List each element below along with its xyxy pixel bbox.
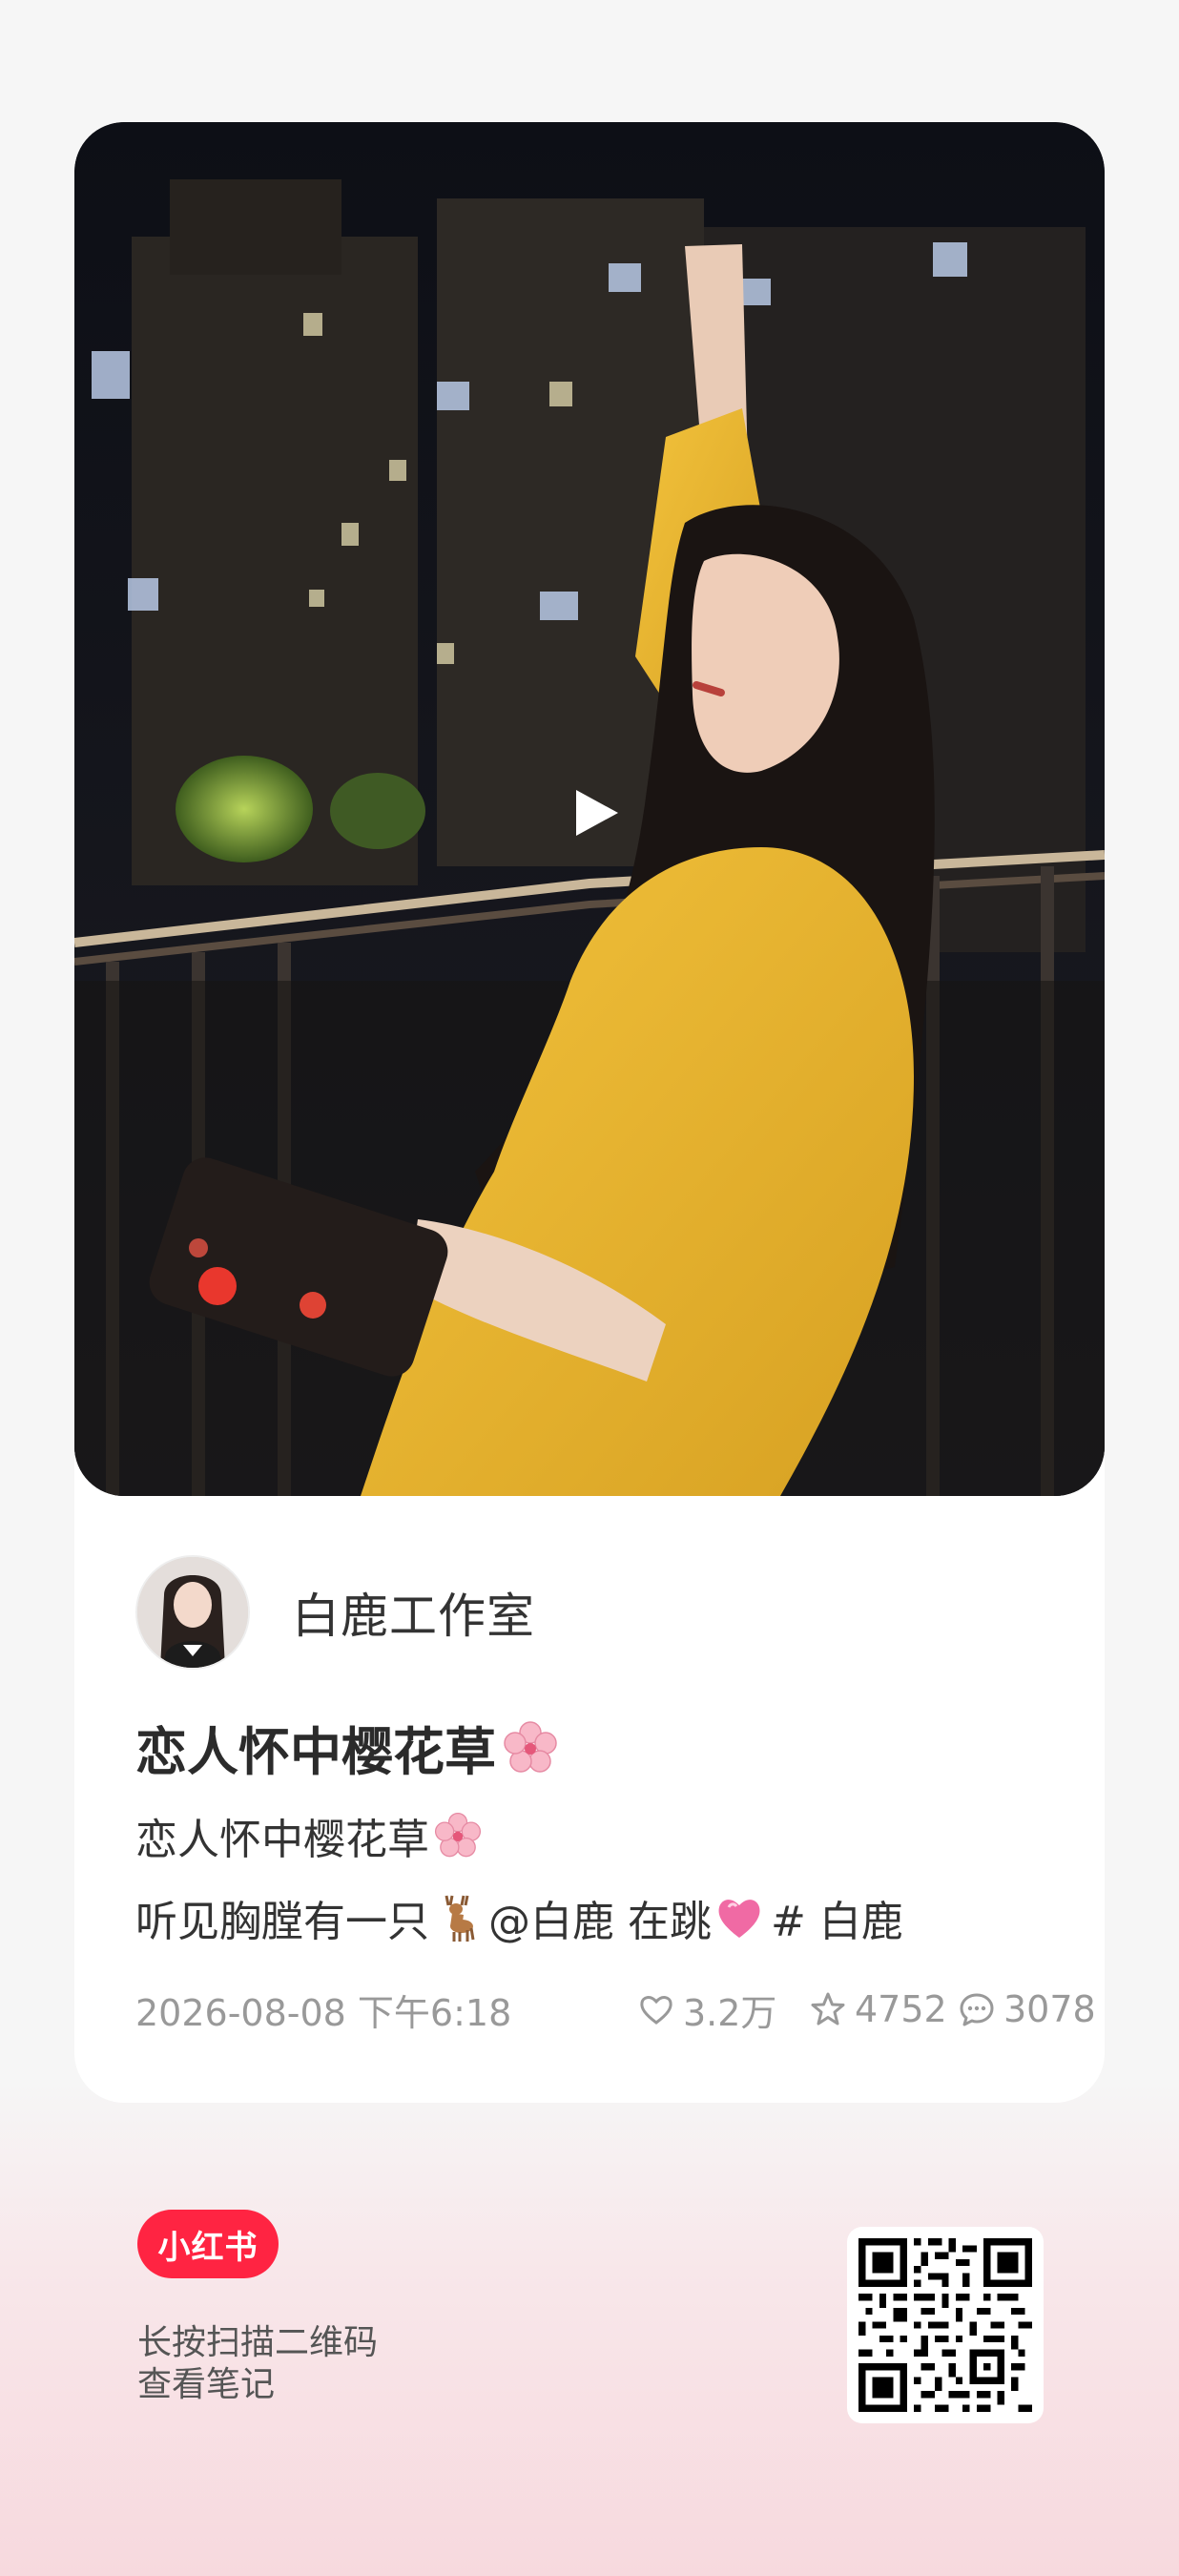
comment-stat[interactable]: 3078 bbox=[958, 1988, 1096, 2030]
meta-row: 2026-08-08 下午6:18 3.2万 4752 3078 bbox=[135, 1981, 1096, 2038]
qr-code-image bbox=[858, 2238, 1032, 2412]
like-count: 3.2万 bbox=[683, 1991, 777, 2034]
heart-icon bbox=[718, 1900, 760, 1938]
collect-stat[interactable]: 4752 bbox=[809, 1988, 947, 2030]
author-row[interactable]: 白鹿工作室 bbox=[135, 1555, 535, 1670]
scan-hint-line-2: 查看笔记 bbox=[137, 2365, 276, 2404]
play-icon[interactable] bbox=[567, 784, 624, 841]
star-outline-icon bbox=[811, 1992, 845, 2025]
deer-icon bbox=[445, 1895, 475, 1942]
avatar[interactable] bbox=[135, 1555, 250, 1670]
video-cover[interactable] bbox=[74, 122, 1105, 1496]
note-card: 白鹿工作室 恋人怀中樱花草 恋人怀中樱花草 听见胸膛有一只 @白鹿 在跳 # 白… bbox=[74, 122, 1105, 2103]
mention-link[interactable]: @白鹿 在跳 bbox=[488, 1887, 712, 1948]
note-title-text: 恋人怀中樱花草 bbox=[135, 1722, 496, 1782]
collect-count: 4752 bbox=[855, 1988, 947, 2030]
heart-outline-icon bbox=[640, 1996, 672, 2025]
cherry-blossom-icon bbox=[504, 1720, 557, 1773]
comment-icon bbox=[960, 1993, 994, 2026]
note-title: 恋人怀中樱花草 bbox=[135, 1710, 559, 1785]
desc-line-2-text: 听见胸膛有一只 bbox=[135, 1898, 429, 1946]
desc-line-1-text: 恋人怀中樱花草 bbox=[135, 1816, 429, 1864]
brand-logo: 小红书 bbox=[137, 2210, 279, 2278]
hashtag-link[interactable]: # 白鹿 bbox=[771, 1887, 903, 1948]
desc-line-1: 恋人怀中樱花草 bbox=[135, 1805, 483, 1866]
qr-code[interactable] bbox=[847, 2227, 1044, 2423]
cherry-blossom-icon bbox=[434, 1812, 482, 1858]
comment-count: 3078 bbox=[1003, 1988, 1096, 2030]
desc-line-2: 听见胸膛有一只 @白鹿 在跳 # 白鹿 bbox=[135, 1887, 903, 1948]
like-stat[interactable]: 3.2万 bbox=[637, 1984, 776, 2036]
author-name[interactable]: 白鹿工作室 bbox=[292, 1578, 535, 1647]
post-date: 2026-08-08 下午6:18 bbox=[135, 1991, 512, 2034]
